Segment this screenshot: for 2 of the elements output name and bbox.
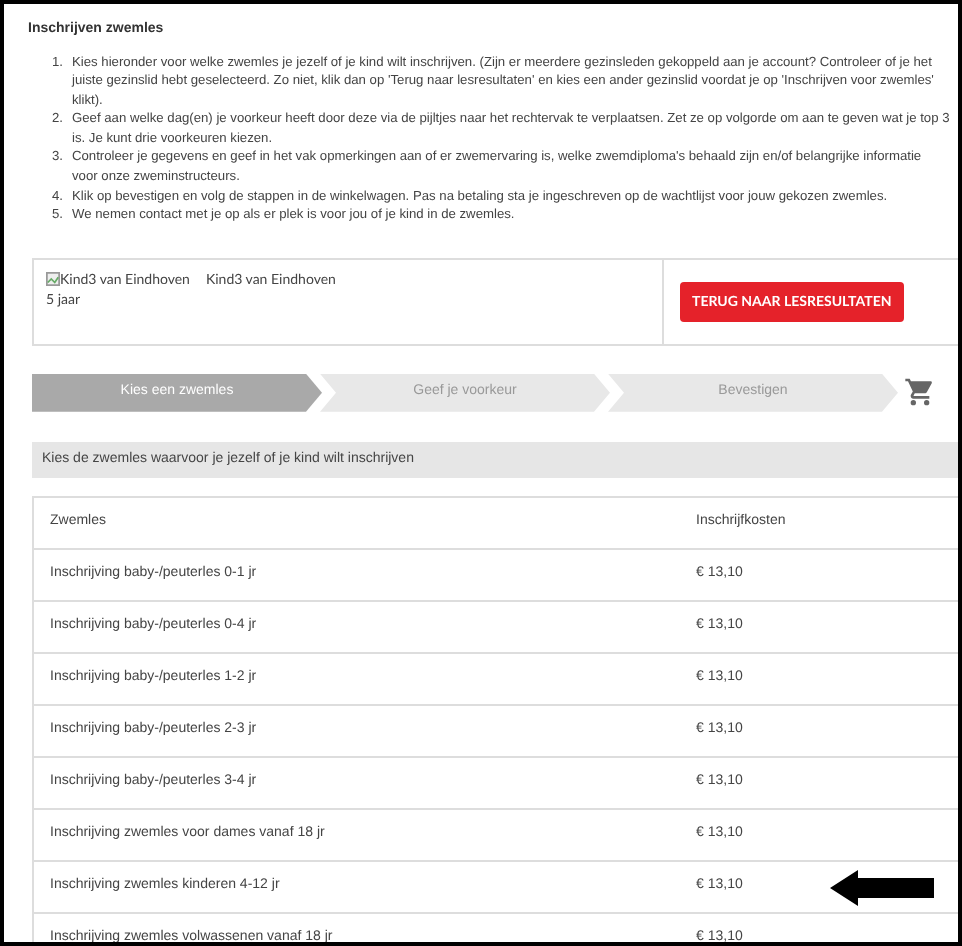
cart-icon[interactable]: [904, 376, 936, 409]
broken-image-icon: [46, 272, 60, 287]
